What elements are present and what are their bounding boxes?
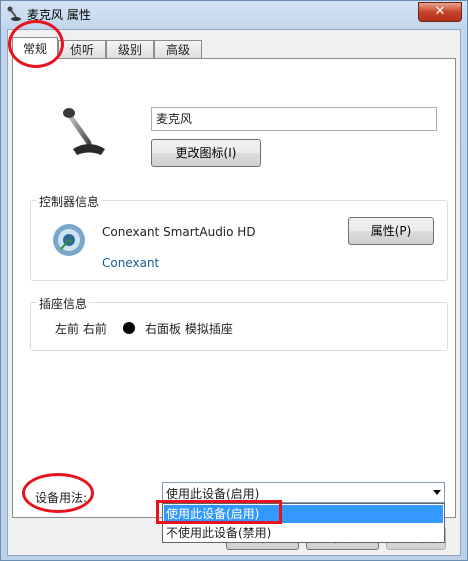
- dropdown-option-disable[interactable]: 不使用此设备(禁用): [164, 524, 443, 542]
- close-button[interactable]: ✕: [418, 2, 462, 22]
- dialog-body: 常规 侦听 级别 高级 麦克风 更改图标(I) 控制器信息 Conexant S…: [7, 29, 461, 556]
- chevron-down-icon[interactable]: [433, 490, 441, 495]
- sound-card-icon: [53, 224, 85, 256]
- microphone-icon: [63, 108, 105, 155]
- tab-levels[interactable]: 级别: [106, 40, 154, 58]
- controller-properties-button[interactable]: 属性(P): [348, 217, 434, 245]
- title-bar[interactable]: 麦克风 属性 ✕: [1, 1, 467, 27]
- tab-general[interactable]: 常规: [12, 37, 58, 59]
- device-usage-dropdown-list: 使用此设备(启用) 不使用此设备(禁用): [162, 503, 445, 543]
- dropdown-option-enable[interactable]: 使用此设备(启用): [164, 505, 443, 523]
- window-title: 麦克风 属性: [27, 8, 91, 22]
- tab-listen[interactable]: 侦听: [58, 40, 106, 58]
- device-name-input[interactable]: 麦克风: [151, 107, 437, 131]
- microphone-icon: [7, 6, 21, 21]
- device-usage-label: 设备用法:: [35, 491, 88, 505]
- jack-color-dot: [123, 322, 135, 334]
- device-usage-select[interactable]: 使用此设备(启用): [162, 482, 445, 503]
- controller-info-group: 控制器信息 Conexant SmartAudio HD Conexant 属性…: [30, 193, 448, 281]
- properties-window: 麦克风 属性 ✕ 常规 侦听 级别 高级 麦克风 更改图标(I) 控制器信息 C…: [0, 0, 468, 561]
- device-usage-selected-value: 使用此设备(启用): [166, 487, 260, 501]
- controller-name: Conexant SmartAudio HD: [102, 225, 256, 239]
- controller-vendor-link[interactable]: Conexant: [102, 256, 159, 270]
- general-tab-panel: 麦克风 更改图标(I) 控制器信息 Conexant SmartAudio HD…: [12, 58, 456, 518]
- controller-info-label: 控制器信息: [37, 193, 102, 210]
- jack-info-group: 插座信息 左前 右前 右面板 模拟插座: [30, 295, 448, 351]
- change-icon-button[interactable]: 更改图标(I): [151, 139, 261, 167]
- jack-info-label: 插座信息: [37, 295, 90, 312]
- jack-description: 右面板 模拟插座: [145, 322, 233, 336]
- tab-advanced[interactable]: 高级: [154, 40, 202, 58]
- jack-position: 左前 右前: [55, 322, 107, 336]
